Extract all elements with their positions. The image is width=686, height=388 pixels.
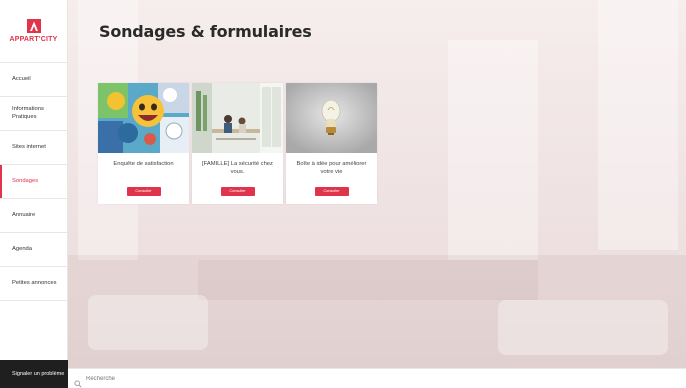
background-counter [198,260,538,300]
emoji-mosaic-photo [98,83,189,153]
brand-logo[interactable]: APPART'CITY [0,0,67,62]
brand-name: APPART'CITY [9,36,58,43]
background-door [448,40,538,260]
appartcity-logo-icon [26,19,41,33]
sidebar-item-informations-pratiques[interactable]: Informations Pratiques [0,97,67,131]
sidebar-nav: Accueil Informations Pratiques Sites int… [0,62,67,301]
survey-card[interactable]: Enquête de satisfaction Consulter [98,83,189,204]
survey-card[interactable]: Boîte à idée pour améliorer votre vie Co… [286,83,377,204]
background-window-right [598,0,678,250]
sidebar-item-agenda[interactable]: Agenda [0,233,67,267]
background-sofa-right [498,300,668,355]
sidebar: APPART'CITY Accueil Informations Pratiqu… [0,0,68,388]
report-problem-button[interactable]: Signaler un problème [0,360,68,388]
card-title: [FAMILLE] La sécurité chez vous. [202,161,273,175]
main-content: Sondages & formulaires Enquête de satisf… [68,0,686,368]
sidebar-item-sondages[interactable]: Sondages [0,165,67,199]
sidebar-item-petites-annonces[interactable]: Petites annonces [0,267,67,301]
card-image [98,83,189,153]
card-image [286,83,377,153]
consult-button[interactable]: Consulter [126,187,161,196]
search-input[interactable] [86,375,286,382]
page-title: Sondages & formulaires [99,22,312,41]
consult-button[interactable]: Consulter [314,187,349,196]
background-sofa-left [88,295,208,350]
consult-button[interactable]: Consulter [220,187,255,196]
card-title: Enquête de satisfaction [113,161,174,167]
search-bar [68,368,686,388]
survey-card[interactable]: [FAMILLE] La sécurité chez vous. Consult… [192,83,283,204]
sidebar-item-sites-internet[interactable]: Sites internet [0,131,67,165]
sidebar-item-annuaire[interactable]: Annuaire [0,199,67,233]
search-icon [74,375,82,388]
family-room-photo [192,83,283,153]
lightbulb-photo [286,83,377,153]
card-title: Boîte à idée pour améliorer votre vie [296,161,367,175]
sidebar-item-accueil[interactable]: Accueil [0,63,67,97]
card-image [192,83,283,153]
